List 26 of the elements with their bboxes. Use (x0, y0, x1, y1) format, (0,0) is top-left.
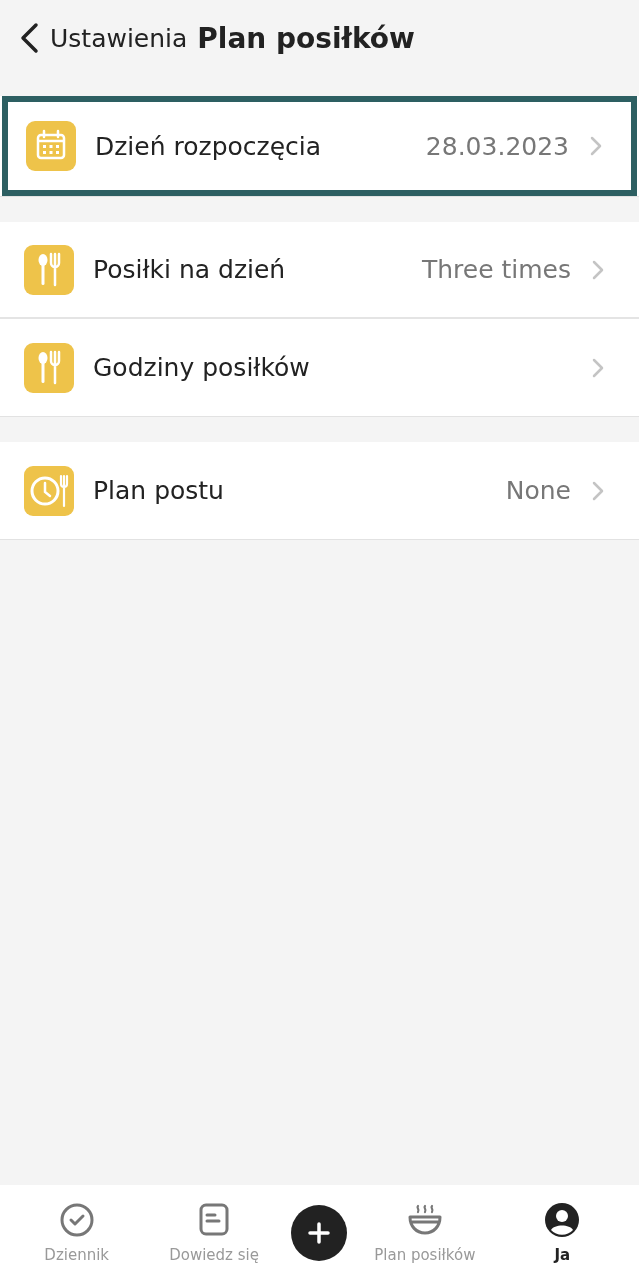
chevron-right-icon (591, 356, 605, 379)
check-circle-icon (58, 1201, 95, 1238)
row-label: Plan postu (93, 476, 225, 505)
row-value: None (505, 476, 571, 505)
back-button[interactable]: Ustawienia (18, 22, 188, 54)
calendar-icon (26, 121, 76, 171)
settings-row[interactable]: Plan postu None (0, 442, 639, 539)
page-title: Plan posiłków (197, 21, 415, 55)
chevron-right-icon (589, 135, 603, 157)
clock-fork-icon (24, 465, 74, 516)
chevron-right-icon (591, 258, 605, 281)
plus-icon (307, 1220, 332, 1245)
cutlery-icon (24, 244, 74, 295)
user-icon (544, 1201, 581, 1238)
row-value: 28.03.2023 (425, 131, 569, 161)
settings-row[interactable]: Godziny posiłków (0, 319, 639, 416)
cutlery-icon (24, 342, 74, 393)
tab-item[interactable]: Ja (502, 1201, 623, 1264)
row-label: Dzień rozpoczęcia (95, 131, 323, 161)
settings-row[interactable]: Posiłki na dzień Three times (0, 222, 639, 319)
row-label: Godziny posiłków (93, 353, 311, 382)
row-value: Three times (421, 255, 571, 284)
settings-row[interactable]: Dzień rozpoczęcia 28.03.2023 (2, 96, 637, 196)
chevron-left-icon (18, 22, 40, 54)
chevron-right-icon (591, 479, 605, 502)
row-label: Posiłki na dzień (93, 255, 287, 284)
